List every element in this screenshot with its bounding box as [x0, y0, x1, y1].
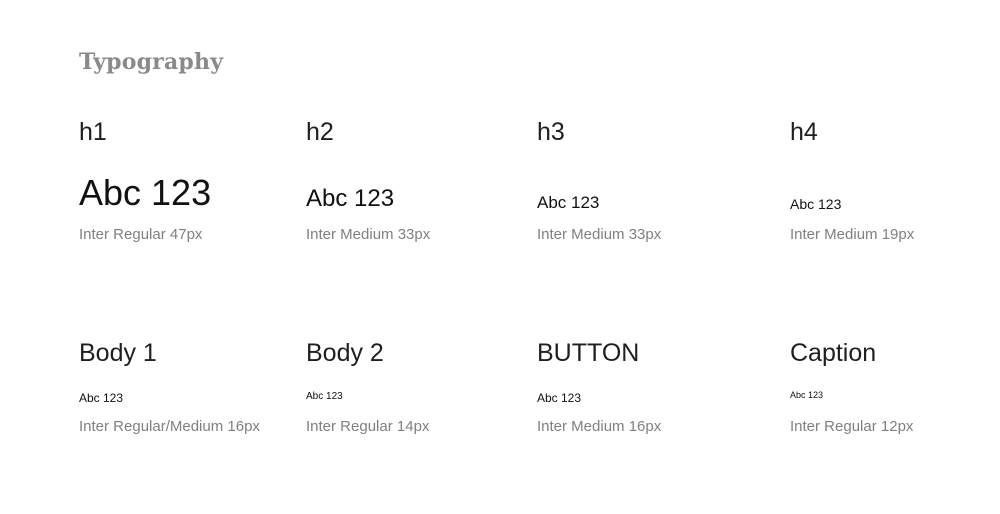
style-name: Caption	[790, 339, 877, 367]
style-name: BUTTON	[537, 339, 640, 367]
style-sample: Abc 123	[79, 172, 212, 213]
style-spec: Inter Regular/Medium 16px	[79, 418, 260, 435]
style-spec: Inter Regular 47px	[79, 226, 203, 243]
style-name: h3	[537, 118, 565, 146]
style-name: Body 2	[306, 339, 384, 367]
style-spec: Inter Medium 33px	[537, 226, 662, 243]
page-title: Typography	[79, 49, 224, 75]
style-sample: Abc 123	[537, 193, 600, 212]
style-name: h2	[306, 118, 334, 146]
style-sample: Abc 123	[79, 391, 124, 405]
style-spec: Inter Medium 16px	[537, 418, 662, 435]
style-sample: Abc 123	[790, 196, 842, 212]
style-spec: Inter Medium 33px	[306, 226, 431, 243]
style-spec: Inter Regular 14px	[306, 418, 430, 435]
style-sample: Abc 123	[306, 185, 395, 212]
style-sample: Abc 123	[790, 390, 824, 400]
style-sample: Abc 123	[306, 391, 343, 402]
style-name: h1	[79, 118, 107, 146]
style-spec: Inter Medium 19px	[790, 226, 915, 243]
style-spec: Inter Regular 12px	[790, 418, 914, 435]
style-sample: Abc 123	[537, 391, 582, 405]
style-name: h4	[790, 118, 818, 146]
style-name: Body 1	[79, 339, 157, 367]
